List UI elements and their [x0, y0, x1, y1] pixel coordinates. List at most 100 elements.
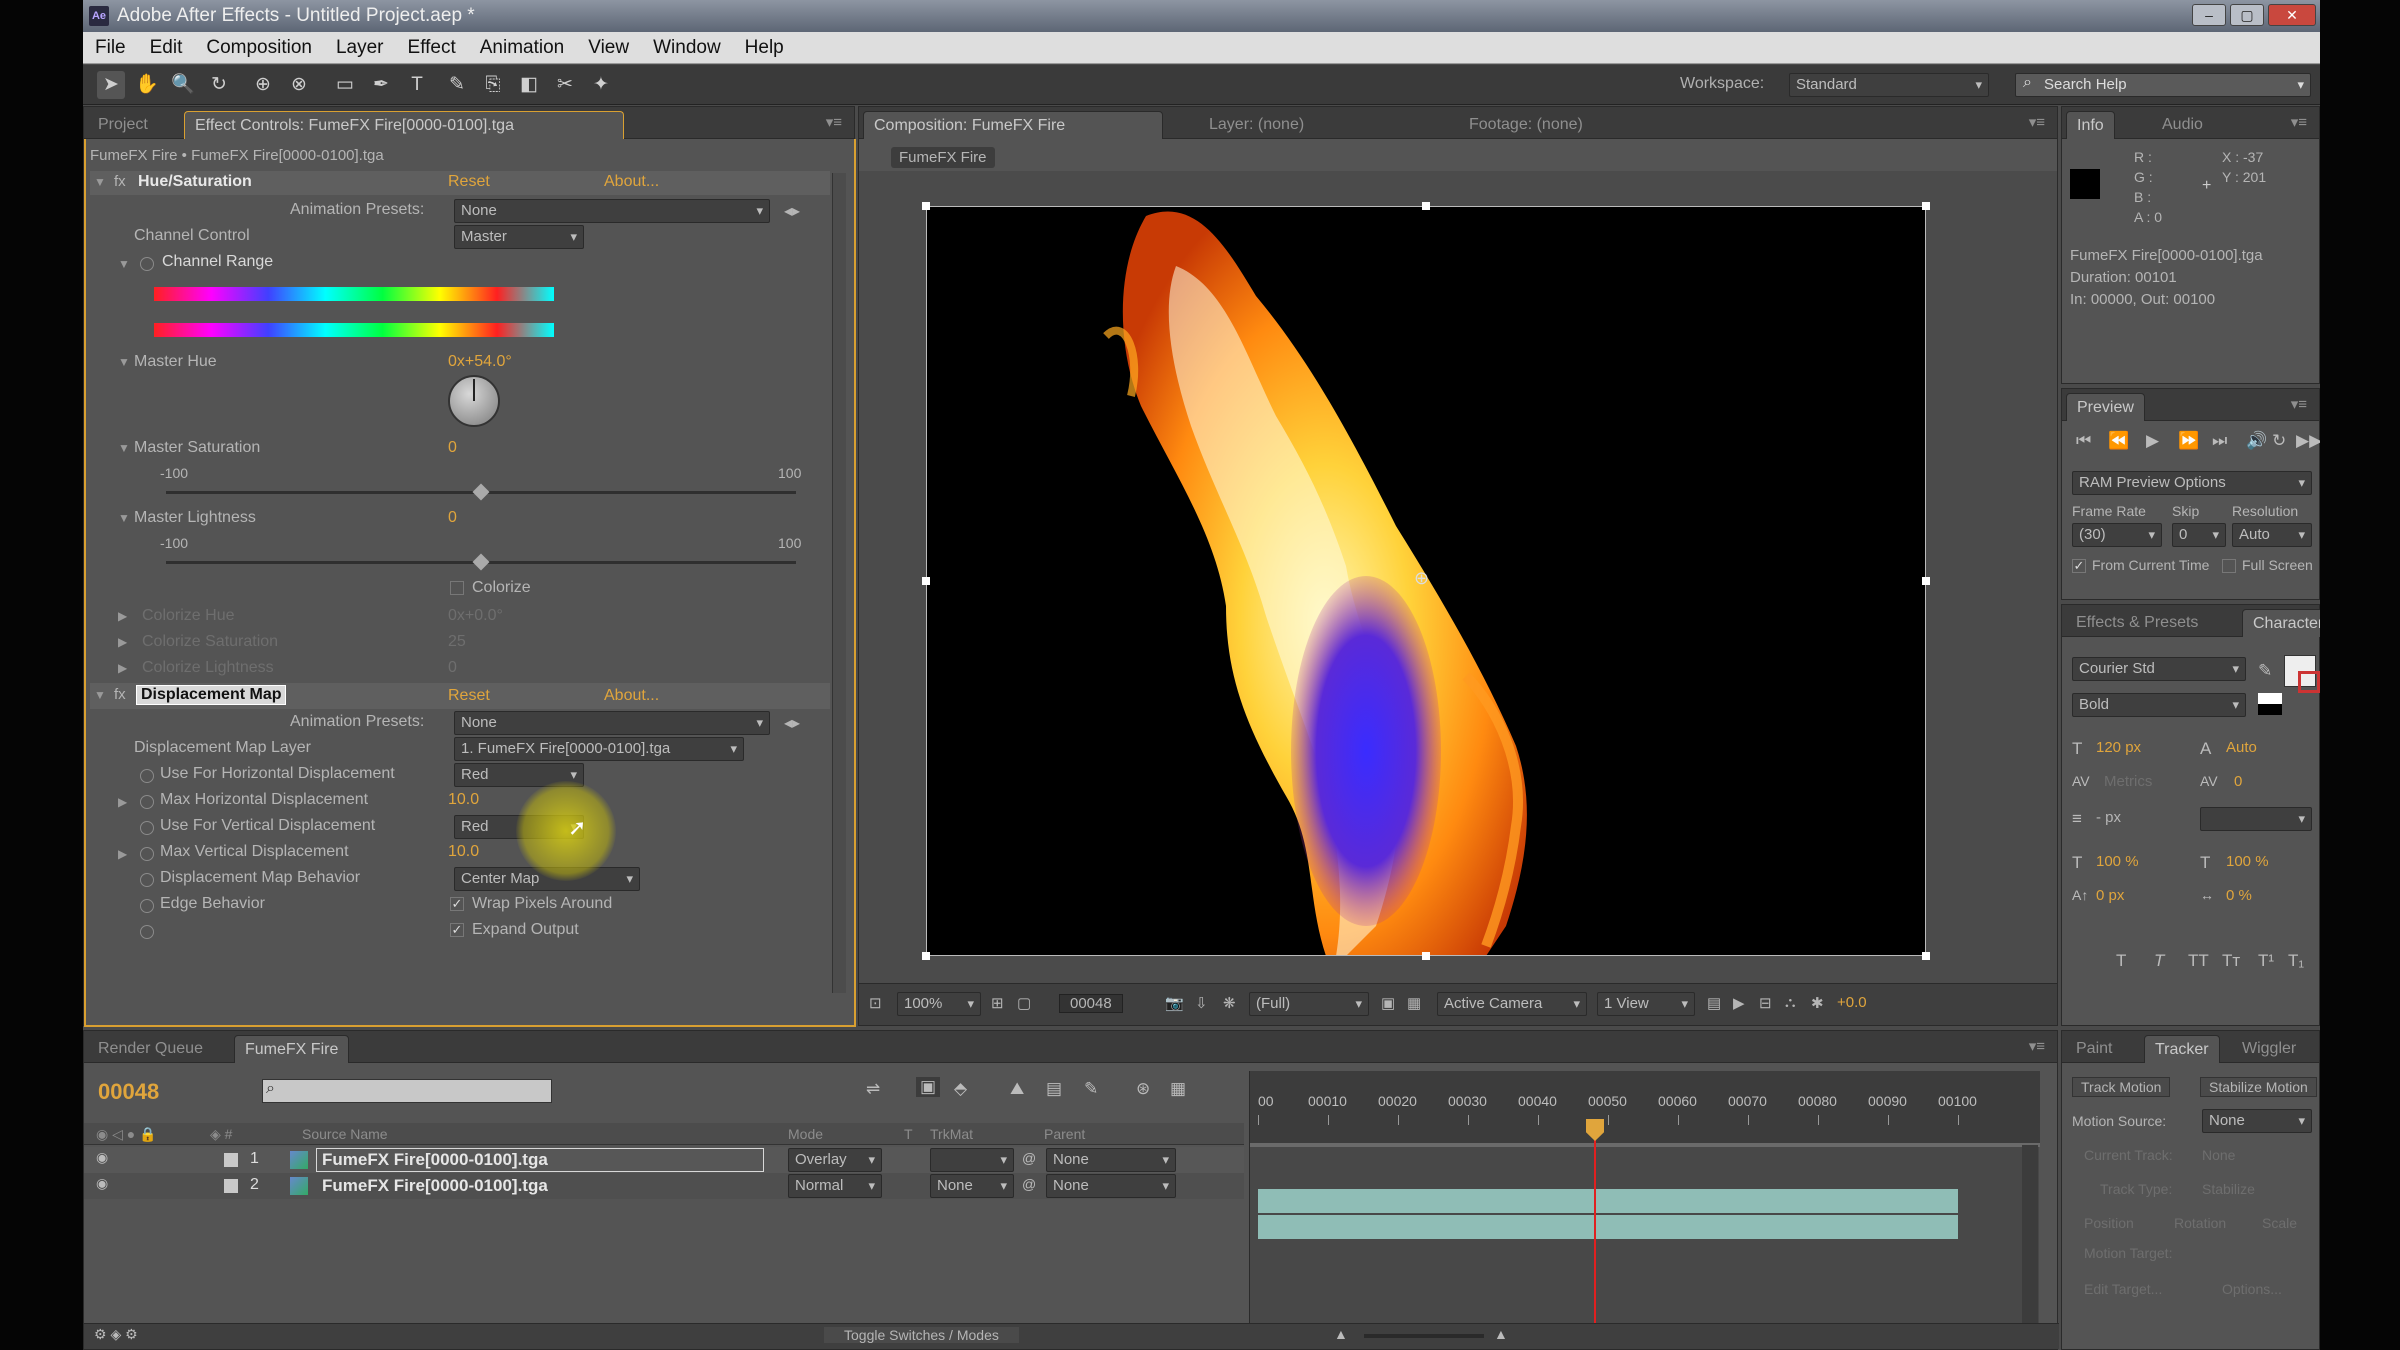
resolution-dropdown[interactable]: (Full) — [1249, 992, 1369, 1016]
expand-triangle-icon[interactable]: ▼ — [94, 175, 106, 189]
max-vert-value[interactable]: 10.0 — [448, 843, 479, 861]
colorize-checkbox[interactable] — [450, 581, 464, 595]
menu-composition[interactable]: Composition — [194, 32, 324, 64]
composition-flow-label[interactable]: FumeFX Fire — [891, 147, 995, 168]
resolution-preview-dropdown[interactable]: Auto — [2232, 523, 2312, 547]
channel-range-bottom-bar[interactable] — [154, 323, 554, 337]
layer-duration-bar[interactable] — [1258, 1189, 1958, 1213]
type-tool-icon[interactable]: T — [403, 71, 431, 99]
views-dropdown[interactable]: 1 View — [1597, 992, 1695, 1016]
tab-layer[interactable]: Layer: (none) — [1199, 111, 1314, 139]
stopwatch-icon[interactable] — [140, 925, 154, 939]
layer-name[interactable]: FumeFX Fire[0000-0100].tga — [322, 1150, 548, 1170]
close-button[interactable]: ✕ — [2268, 4, 2316, 26]
faux-bold-button[interactable]: T — [2116, 951, 2126, 971]
time-ruler[interactable]: 00 00010 00020 00030 00040 00050 00060 00070 000… — [1250, 1071, 2040, 1145]
layer-trkmat-dropdown[interactable]: None — [930, 1174, 1014, 1198]
kerning-value[interactable]: Metrics — [2104, 773, 2152, 790]
master-saturation-triangle-icon[interactable]: ▼ — [118, 441, 130, 455]
transform-handle[interactable] — [1422, 202, 1430, 210]
master-hue-triangle-icon[interactable]: ▼ — [118, 355, 130, 369]
timeline-layer-row[interactable]: ◉ 2 FumeFX Fire[0000-0100].tga Normal No… — [84, 1173, 1244, 1199]
channel-range-triangle-icon[interactable]: ▼ — [118, 257, 130, 271]
tracking-value[interactable]: 0 — [2234, 773, 2242, 790]
black-white-swatch[interactable] — [2258, 693, 2282, 715]
menu-layer[interactable]: Layer — [324, 32, 396, 64]
colorize-lightness-triangle-icon[interactable]: ▶ — [118, 661, 127, 675]
pan-behind-tool-icon[interactable]: ⊗ — [285, 71, 313, 99]
stroke-color-swatch[interactable] — [2298, 671, 2320, 693]
font-size-value[interactable]: 120 px — [2096, 739, 2141, 756]
menu-help[interactable]: Help — [733, 32, 796, 64]
max-vert-triangle-icon[interactable]: ▶ — [118, 847, 127, 861]
previous-frame-icon[interactable]: ⏪ — [2108, 431, 2129, 451]
layer-parent-dropdown[interactable]: None — [1046, 1174, 1176, 1198]
channel-control-dropdown[interactable]: Master — [454, 225, 584, 249]
stopwatch-icon[interactable] — [140, 847, 154, 861]
minimize-button[interactable]: – — [2192, 4, 2226, 26]
roto-tool-icon[interactable]: ✂ — [551, 71, 579, 99]
stopwatch-icon[interactable] — [140, 873, 154, 887]
preset-arrows-icon[interactable]: ◂▸ — [784, 713, 800, 733]
disp-about-link[interactable]: About... — [604, 687, 659, 705]
pen-tool-icon[interactable]: ✒ — [367, 71, 395, 99]
timeline-zoom-slider[interactable] — [1364, 1334, 1484, 1338]
visibility-eye-icon[interactable]: ◉ — [96, 1149, 108, 1166]
timeline-scrollbar[interactable] — [2022, 1145, 2038, 1349]
position-checkbox-label[interactable]: Position — [2084, 1215, 2134, 1231]
baseline-shift-value[interactable]: 0 px — [2096, 887, 2124, 904]
tsume-value[interactable]: 0 % — [2226, 887, 2252, 904]
time-graph[interactable]: 00 00010 00020 00030 00040 00050 00060 00070 000… — [1249, 1071, 2040, 1349]
expand-triangle-icon[interactable]: ▼ — [94, 688, 106, 702]
expand-output-checkbox[interactable]: ✓ — [450, 923, 464, 937]
stopwatch-icon[interactable] — [140, 899, 154, 913]
master-lightness-value[interactable]: 0 — [448, 509, 457, 527]
master-saturation-value[interactable]: 0 — [448, 439, 457, 457]
workspace-dropdown[interactable]: Standard — [1789, 73, 1989, 97]
tab-composition[interactable]: Composition: FumeFX Fire — [863, 111, 1163, 139]
layer-parent-dropdown[interactable]: None — [1046, 1148, 1176, 1172]
tab-paint[interactable]: Paint — [2066, 1035, 2122, 1063]
audio-icon[interactable]: 🔊 — [2246, 431, 2267, 451]
from-current-time-checkbox[interactable]: ✓ — [2072, 559, 2086, 573]
font-style-dropdown[interactable]: Bold — [2072, 693, 2246, 717]
always-preview-icon[interactable]: ⊡ — [869, 994, 882, 1012]
zoom-tool-icon[interactable]: 🔍 — [169, 71, 197, 99]
menu-view[interactable]: View — [576, 32, 641, 64]
stopwatch-icon[interactable] — [140, 821, 154, 835]
preset-arrows-icon[interactable]: ◂▸ — [784, 201, 800, 221]
panel-menu-icon[interactable]: ▾≡ — [2029, 113, 2045, 131]
hue-presets-dropdown[interactable]: None — [454, 199, 770, 223]
options-button[interactable]: Options... — [2222, 1281, 2282, 1297]
fast-preview-icon[interactable]: ▶ — [1733, 994, 1745, 1012]
mode-header[interactable]: Mode — [788, 1126, 823, 1142]
tab-effects-presets[interactable]: Effects & Presets — [2066, 609, 2208, 637]
hue-reset-link[interactable]: Reset — [448, 173, 490, 191]
tab-tracker[interactable]: Tracker — [2144, 1035, 2220, 1063]
label-color-swatch[interactable] — [224, 1153, 238, 1167]
edit-target-button[interactable]: Edit Target... — [2084, 1281, 2162, 1297]
live-update-icon[interactable]: ▣ — [916, 1077, 941, 1097]
anchor-point-icon[interactable]: ⊕ — [1414, 568, 1429, 589]
source-name-header[interactable]: Source Name — [302, 1126, 388, 1142]
stopwatch-icon[interactable] — [140, 795, 154, 809]
tab-effect-controls[interactable]: Effect Controls: FumeFX Fire[0000-0100].… — [184, 111, 624, 139]
transparency-grid-icon[interactable]: ▦ — [1407, 994, 1421, 1012]
tab-timeline-comp[interactable]: FumeFX Fire — [234, 1035, 350, 1063]
zoom-in-icon[interactable]: ▲ — [1494, 1326, 1508, 1342]
menu-edit[interactable]: Edit — [138, 32, 195, 64]
maximize-button[interactable]: ▢ — [2230, 4, 2264, 26]
label-color-swatch[interactable] — [224, 1179, 238, 1193]
menu-effect[interactable]: Effect — [396, 32, 468, 64]
loop-icon[interactable]: ↻ — [2272, 431, 2286, 451]
comp-mini-flowchart-icon[interactable]: ⇌ — [866, 1079, 880, 1099]
motion-blur-icon[interactable]: ✎ — [1084, 1079, 1098, 1099]
flowchart-icon[interactable]: ⛬ — [1785, 994, 1796, 1011]
draft-3d-icon[interactable]: ⬘ — [954, 1079, 967, 1099]
selection-tool-icon[interactable]: ➤ — [97, 71, 125, 99]
all-caps-button[interactable]: TT — [2188, 951, 2209, 971]
region-of-interest-icon[interactable]: ▣ — [1381, 994, 1395, 1012]
scale-checkbox-label[interactable]: Scale — [2262, 1215, 2297, 1231]
graph-editor-icon[interactable]: ▦ — [1170, 1079, 1186, 1099]
rotate-tool-icon[interactable]: ↻ — [205, 71, 233, 99]
